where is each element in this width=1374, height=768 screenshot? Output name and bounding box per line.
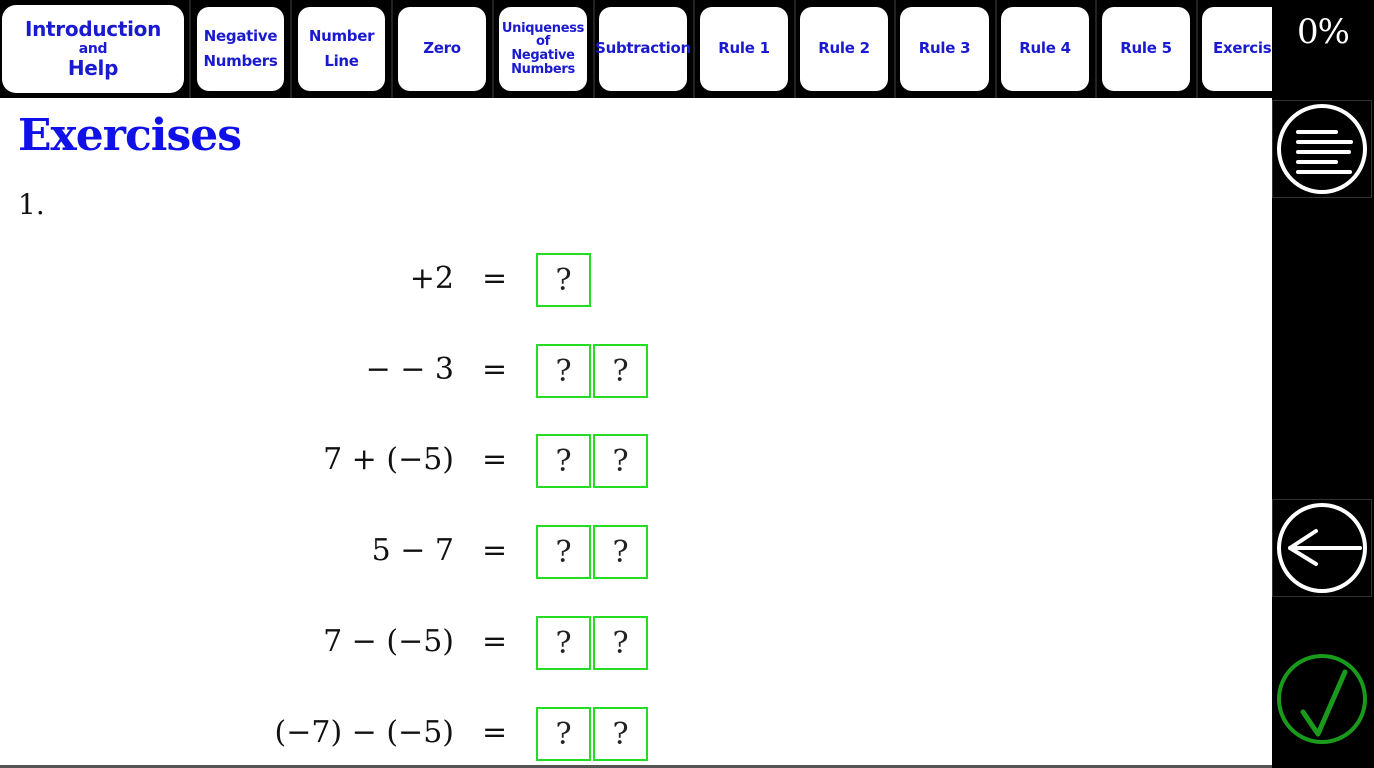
equation-row: 7 + (−5) = ? ? (0, 434, 800, 492)
tab-divider (1095, 0, 1097, 98)
tab-divider (1196, 0, 1198, 98)
tab-rule-3[interactable]: Rule 3 (900, 7, 989, 91)
answer-box-value[interactable]: ? (593, 616, 648, 670)
tab-label: Help (67, 56, 119, 81)
tab-label: Rule 2 (818, 39, 870, 58)
menu-button[interactable] (1272, 100, 1372, 198)
tab-label: Introduction (24, 16, 162, 41)
tab-divider (894, 0, 896, 98)
tab-divider (189, 0, 191, 98)
tab-label: and (78, 40, 108, 57)
answer-box[interactable]: ? (536, 253, 591, 307)
side-panel: 0% (1272, 0, 1374, 768)
tab-label: Rule 5 (1120, 39, 1172, 58)
main-content: Exercises 1. +2 = ? − − 3 = ? ? 7 + (−5)… (0, 98, 1272, 768)
answer-box-sign[interactable]: ? (536, 707, 591, 761)
tab-exercises[interactable]: Exercise (1202, 7, 1272, 91)
equation-row: +2 = ? (0, 253, 800, 311)
answer-box-sign[interactable]: ? (536, 525, 591, 579)
tab-divider (290, 0, 292, 98)
equation-expression: +2 (409, 261, 454, 296)
checkmark-icon (1277, 654, 1367, 744)
tab-uniqueness-of-negative-numbers[interactable]: Uniqueness of Negative Numbers (499, 7, 587, 91)
equation-expression: 7 − (−5) (323, 624, 454, 659)
tab-number-line[interactable]: Number Line (298, 7, 385, 91)
equation-expression: 7 + (−5) (323, 442, 454, 477)
tab-divider (995, 0, 997, 98)
answer-box-sign[interactable]: ? (536, 616, 591, 670)
tab-label: Uniqueness (501, 20, 585, 36)
progress-indicator: 0% (1297, 12, 1350, 52)
answer-box-value[interactable]: ? (593, 434, 648, 488)
tab-label: Rule 1 (718, 39, 770, 58)
tab-label: of (536, 34, 550, 50)
tab-label: Numbers (511, 61, 575, 77)
question-number: 1. (18, 188, 45, 221)
tab-label: Exercise (1213, 39, 1272, 58)
answer-box-sign[interactable]: ? (536, 344, 591, 398)
tab-rule-5[interactable]: Rule 5 (1102, 7, 1190, 91)
tab-divider (492, 0, 494, 98)
tab-divider (794, 0, 796, 98)
tab-subtraction[interactable]: Subtraction (595, 7, 691, 91)
equation-row: 5 − 7 = ? ? (0, 525, 800, 583)
check-answer-button[interactable] (1272, 650, 1372, 748)
equation-expression: 5 − 7 (371, 533, 454, 568)
tab-rule-4[interactable]: Rule 4 (1001, 7, 1089, 91)
tab-rule-2[interactable]: Rule 2 (800, 7, 888, 91)
tab-label: Zero (423, 39, 461, 58)
equals-sign: = (482, 352, 508, 387)
tab-rule-1[interactable]: Rule 1 (700, 7, 788, 91)
tab-label: Number (308, 26, 375, 45)
equation-row: 7 − (−5) = ? ? (0, 616, 800, 674)
tab-label: Subtraction (595, 39, 691, 58)
equation-row: (−7) − (−5) = ? ? (0, 707, 800, 765)
back-button[interactable] (1272, 499, 1372, 597)
answer-box-sign[interactable]: ? (536, 434, 591, 488)
equation-row: − − 3 = ? ? (0, 344, 800, 402)
tab-label: Rule 4 (1019, 39, 1071, 58)
page-title: Exercises (18, 110, 242, 161)
tab-zero[interactable]: Zero (398, 7, 486, 91)
menu-lines-icon (1277, 104, 1367, 194)
tab-divider (693, 0, 695, 98)
top-navigation-bar: Introduction and Help Negative Numbers N… (0, 0, 1272, 98)
equals-sign: = (482, 624, 508, 659)
tab-label: Negative (203, 26, 278, 45)
equals-sign: = (482, 715, 508, 750)
tab-label: Line (324, 52, 359, 70)
arrow-left-icon (1277, 503, 1367, 593)
equals-sign: = (482, 442, 508, 477)
answer-box-value[interactable]: ? (593, 707, 648, 761)
equals-sign: = (482, 261, 508, 296)
tab-label: Numbers (203, 52, 278, 70)
equals-sign: = (482, 533, 508, 568)
tab-label: Rule 3 (918, 39, 971, 58)
tab-introduction-and-help[interactable]: Introduction and Help (2, 5, 184, 93)
answer-box-value[interactable]: ? (593, 344, 648, 398)
equation-expression: − − 3 (365, 352, 454, 387)
tab-negative-numbers[interactable]: Negative Numbers (197, 7, 284, 91)
answer-box-value[interactable]: ? (593, 525, 648, 579)
equation-expression: (−7) − (−5) (274, 715, 454, 750)
tab-divider (391, 0, 393, 98)
tab-label: Negative (511, 48, 575, 63)
